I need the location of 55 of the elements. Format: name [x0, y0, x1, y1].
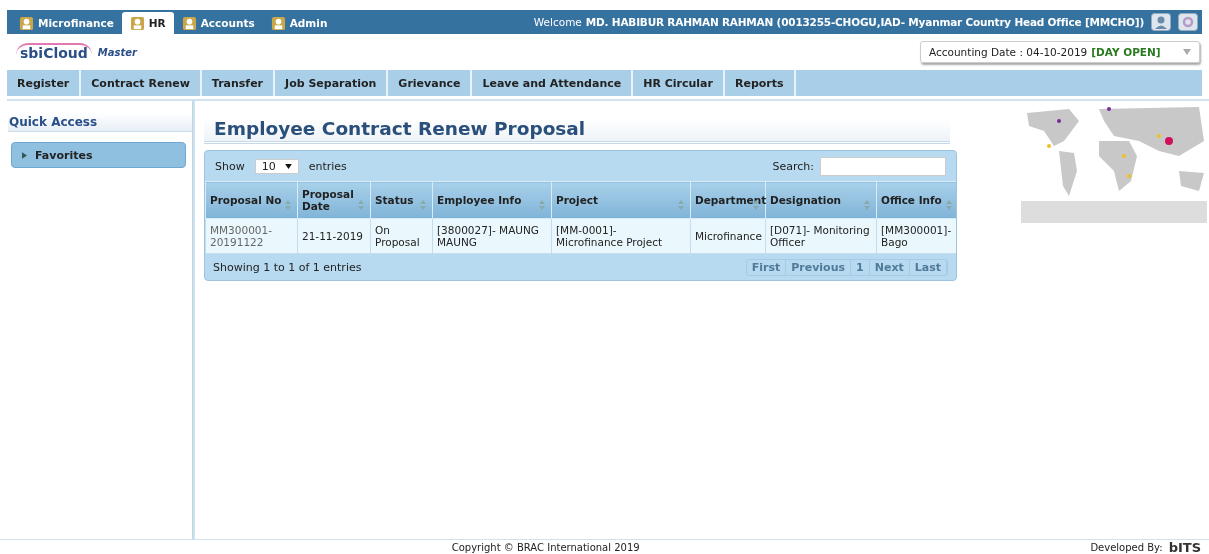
day-status: [DAY OPEN]: [1091, 46, 1161, 58]
sort-icon: [678, 200, 684, 210]
user-icon[interactable]: [1151, 13, 1171, 31]
module-tab[interactable]: Microfinance: [11, 12, 122, 34]
sort-icon: [285, 200, 291, 210]
copyright-text: Copyright © BRAC International 2019: [451, 541, 640, 553]
module-icon: [270, 15, 286, 31]
developer-logo: bITS: [1168, 539, 1201, 554]
module-icon: [181, 15, 197, 31]
column-header[interactable]: Project: [551, 181, 691, 219]
table-cell: On Proposal: [370, 218, 433, 254]
module-icon: [19, 15, 34, 31]
accounting-date: Accounting Date : 04-10-2019: [929, 46, 1088, 58]
table-cell: [MM300001]- Bago: [876, 218, 956, 254]
search-field[interactable]: [820, 156, 946, 176]
caret-icon: [1183, 49, 1191, 55]
show-label: Show: [215, 159, 245, 173]
sort-icon: [864, 200, 870, 210]
table-info: Showing 1 to 1 of 1 entries: [213, 260, 362, 274]
sidebar-title: Quick Access: [8, 113, 192, 132]
module-tab[interactable]: Accounts: [173, 12, 263, 34]
column-header[interactable]: Office Info: [876, 181, 956, 219]
module-icon: [129, 15, 145, 31]
welcome-label: Welcome: [533, 16, 582, 28]
caret-icon: [284, 163, 292, 169]
favorites-item[interactable]: Favorites: [11, 142, 186, 168]
column-header[interactable]: Department: [690, 181, 766, 219]
sort-icon: [420, 200, 426, 210]
settings-icon[interactable]: [1178, 13, 1198, 31]
edition-label: Master: [97, 46, 137, 58]
column-header[interactable]: Proposal Date: [297, 181, 371, 219]
triangle-icon: [22, 151, 27, 159]
table-cell: MM300001-20191122: [205, 218, 298, 254]
logo-text: sbiCloud: [16, 43, 92, 61]
accounting-date-dropdown[interactable]: Accounting Date : 04-10-2019 [DAY OPEN]: [920, 41, 1200, 63]
page-title: Employee Contract Renew Proposal: [204, 118, 950, 144]
entries-label: entries: [308, 159, 347, 173]
column-header[interactable]: Designation: [765, 181, 877, 219]
sort-icon: [358, 200, 364, 210]
column-header[interactable]: Employee Info: [432, 181, 552, 219]
table-cell: [D071]- Monitoring Officer: [765, 218, 877, 254]
module-tab[interactable]: HR: [121, 12, 174, 34]
user-name: MD. HABIBUR RAHMAN RAHMAN (0013255-CHOGU,IAD- Myanmar Country Head Office [MMCHO]): [585, 16, 1144, 28]
table-cell: 21-11-2019: [297, 218, 371, 254]
column-header[interactable]: Proposal No: [205, 181, 298, 219]
search-label: Search:: [772, 159, 814, 173]
table-cell: [MM-0001]- Microfinance Project: [551, 218, 691, 254]
column-header[interactable]: Status: [370, 181, 433, 219]
page-size-select[interactable]: 10: [254, 158, 299, 174]
sort-icon: [539, 200, 545, 210]
sort-icon: [946, 200, 952, 210]
table-cell: Microfinance: [690, 218, 766, 254]
module-tab[interactable]: Admin: [262, 12, 336, 34]
table-cell: [3800027]- MAUNG MAUNG: [432, 218, 552, 254]
developed-by-label: Developed By:: [1090, 541, 1163, 553]
